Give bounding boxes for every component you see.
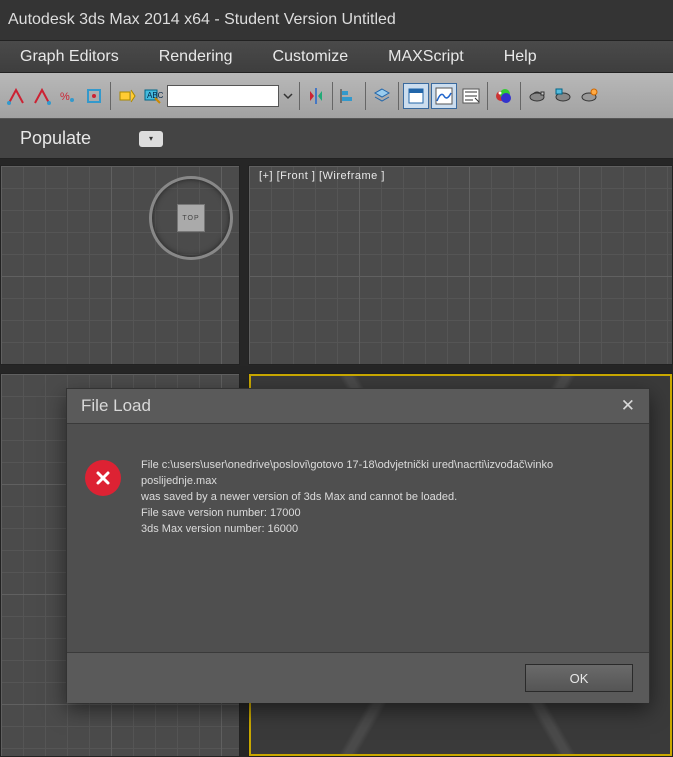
layer-manager-icon[interactable]: [370, 82, 394, 110]
snap-percent-icon[interactable]: %: [56, 82, 80, 110]
named-selection-icon[interactable]: [115, 82, 139, 110]
svg-text:%: %: [60, 91, 70, 103]
scene-explorer-icon[interactable]: [403, 83, 429, 109]
dialog-line-1: File c:\users\user\onedrive\poslovi\goto…: [141, 458, 631, 490]
toolbar-separator: [487, 82, 488, 110]
toolbar-separator: [365, 82, 366, 110]
dialog-line-3: File save version number: 17000: [141, 506, 631, 522]
ribbon-expand-icon[interactable]: ▾: [139, 131, 163, 147]
menu-customize[interactable]: Customize: [273, 48, 349, 66]
toolbar-separator: [110, 82, 111, 110]
snap-toggle-icon[interactable]: [82, 82, 106, 110]
dialog-footer: OK: [67, 653, 649, 703]
toolbar-separator: [299, 82, 300, 110]
dialog-title: File Load: [81, 396, 151, 416]
toolbar-separator: [520, 82, 521, 110]
viewcube-face[interactable]: TOP: [177, 204, 205, 232]
dialog-title-bar[interactable]: File Load ✕: [67, 389, 649, 423]
snap-angle-b-icon[interactable]: [30, 82, 54, 110]
edit-named-selection-icon[interactable]: ABC: [141, 82, 165, 110]
render-icon[interactable]: [577, 82, 601, 110]
dialog-line-2: was saved by a newer version of 3ds Max …: [141, 490, 631, 506]
view-cube[interactable]: TOP: [149, 176, 233, 260]
error-icon: [85, 460, 121, 496]
ribbon-bar: Populate ▾: [0, 119, 673, 159]
menu-help[interactable]: Help: [504, 48, 537, 66]
viewport-grid-major: [249, 166, 672, 364]
viewport-top[interactable]: TOP: [0, 165, 240, 365]
dropdown-arrow-icon[interactable]: [281, 82, 295, 110]
menu-bar: Graph Editors Rendering Customize MAXScr…: [0, 40, 673, 73]
file-load-dialog: File Load ✕ File c:\users\user\onedrive\…: [66, 388, 650, 702]
ribbon-populate-tab[interactable]: Populate: [20, 128, 91, 149]
material-editor-icon[interactable]: [492, 82, 516, 110]
toolbar-separator: [332, 82, 333, 110]
ok-button[interactable]: OK: [525, 664, 633, 692]
render-setup-icon[interactable]: [525, 82, 549, 110]
named-selection-dropdown[interactable]: [167, 85, 279, 107]
mirror-icon[interactable]: [304, 82, 328, 110]
dialog-body: File c:\users\user\onedrive\poslovi\goto…: [67, 423, 649, 653]
toolbar-separator: [398, 82, 399, 110]
dialog-line-4: 3ds Max version number: 16000: [141, 522, 631, 538]
close-icon[interactable]: ✕: [621, 396, 635, 416]
title-bar: Autodesk 3ds Max 2014 x64 - Student Vers…: [0, 0, 673, 40]
align-icon[interactable]: [337, 82, 361, 110]
main-toolbar: % ABC: [0, 73, 673, 119]
menu-maxscript[interactable]: MAXScript: [388, 48, 464, 66]
menu-graph-editors[interactable]: Graph Editors: [20, 48, 119, 66]
viewport-front[interactable]: [+] [Front ] [Wireframe ]: [248, 165, 673, 365]
dialog-message: File c:\users\user\onedrive\poslovi\goto…: [141, 458, 631, 618]
menu-rendering[interactable]: Rendering: [159, 48, 233, 66]
app-title: Autodesk 3ds Max 2014 x64 - Student Vers…: [8, 11, 396, 29]
viewport-label[interactable]: [+] [Front ] [Wireframe ]: [259, 170, 385, 182]
schematic-view-icon[interactable]: [459, 82, 483, 110]
curve-editor-icon[interactable]: [431, 83, 457, 109]
render-frame-icon[interactable]: [551, 82, 575, 110]
snap-angle-icon[interactable]: [4, 82, 28, 110]
